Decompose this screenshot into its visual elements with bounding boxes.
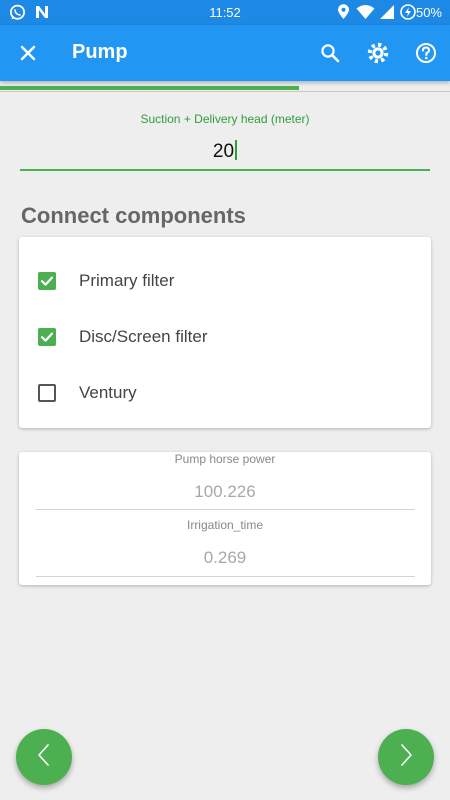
close-icon[interactable]	[14, 39, 42, 67]
horse-power-value: 100.226	[194, 482, 256, 501]
battery-percent: 50%	[415, 5, 442, 20]
head-input-underline	[20, 169, 430, 171]
results-card: Pump horse power 100.226 Irrigation_time…	[19, 452, 431, 585]
location-icon	[337, 4, 350, 25]
head-input-value: 20	[212, 141, 235, 162]
app-bar: Pump	[0, 25, 450, 81]
head-input[interactable]: 20	[20, 140, 430, 163]
page-title: Pump	[72, 41, 128, 63]
wizard-progress-bar	[0, 86, 450, 92]
checkbox-unchecked[interactable]	[38, 384, 56, 402]
chevron-right-icon	[398, 743, 414, 772]
irrigation-time-underline	[36, 576, 415, 577]
checkbox-row-primary-filter[interactable]: Primary filter	[19, 261, 431, 301]
settings-icon[interactable]	[364, 39, 392, 67]
previous-button[interactable]	[16, 729, 72, 785]
checkbox-label: Primary filter	[79, 271, 175, 290]
battery-charging-icon	[400, 4, 416, 25]
components-card: Primary filter Disc/Screen filter Ventur…	[19, 237, 431, 428]
next-button[interactable]	[378, 729, 434, 785]
checkbox-label: Disc/Screen filter	[79, 327, 208, 346]
head-field-label: Suction + Delivery head (meter)	[140, 112, 310, 126]
irrigation-time-value: 0.269	[203, 548, 247, 567]
horse-power-label: Pump horse power	[174, 452, 276, 466]
search-icon[interactable]	[316, 39, 344, 67]
text-cursor	[235, 140, 238, 160]
checkbox-checked[interactable]	[38, 272, 56, 290]
wifi-icon	[356, 4, 375, 25]
progress-track-line	[0, 91, 450, 92]
irrigation-time-label: Irrigation_time	[186, 518, 264, 532]
help-icon[interactable]	[412, 39, 440, 67]
checkbox-label: Ventury	[79, 383, 137, 402]
progress-fill	[0, 86, 300, 90]
chevron-left-icon	[36, 743, 52, 772]
section-title: Connect components	[21, 203, 246, 228]
horse-power-underline	[36, 509, 415, 510]
signal-icon	[379, 4, 395, 25]
checkbox-row-ventury[interactable]: Ventury	[19, 373, 431, 413]
status-bar: 11:52 50%	[0, 0, 450, 25]
checkbox-row-disc-screen-filter[interactable]: Disc/Screen filter	[19, 317, 431, 357]
checkbox-checked[interactable]	[38, 328, 56, 346]
